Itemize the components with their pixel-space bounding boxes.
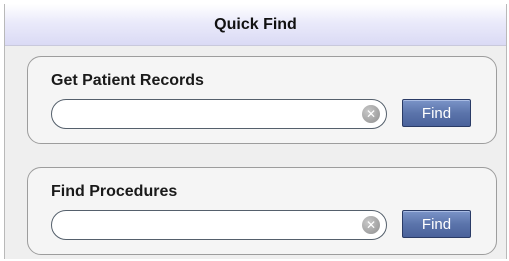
quick-find-panel: Quick Find Get Patient Records ✕ Find Fi… (4, 4, 507, 259)
procedures-section: Find Procedures ✕ Find (27, 167, 497, 255)
clear-icon[interactable]: ✕ (362, 216, 380, 234)
find-procedures-button[interactable]: Find (402, 210, 471, 238)
procedures-search-field[interactable]: ✕ (51, 210, 387, 240)
clear-icon[interactable]: ✕ (362, 105, 380, 123)
patient-records-search-field[interactable]: ✕ (51, 99, 387, 129)
procedures-search-input[interactable] (66, 215, 356, 235)
panel-title: Quick Find (214, 15, 297, 33)
patient-records-search-input[interactable] (66, 104, 356, 124)
find-patient-records-button[interactable]: Find (402, 99, 471, 127)
section-title-patient-records: Get Patient Records (51, 72, 204, 89)
section-title-procedures: Find Procedures (51, 183, 178, 200)
panel-header: Quick Find (5, 4, 506, 46)
patient-records-section: Get Patient Records ✕ Find (27, 56, 497, 144)
